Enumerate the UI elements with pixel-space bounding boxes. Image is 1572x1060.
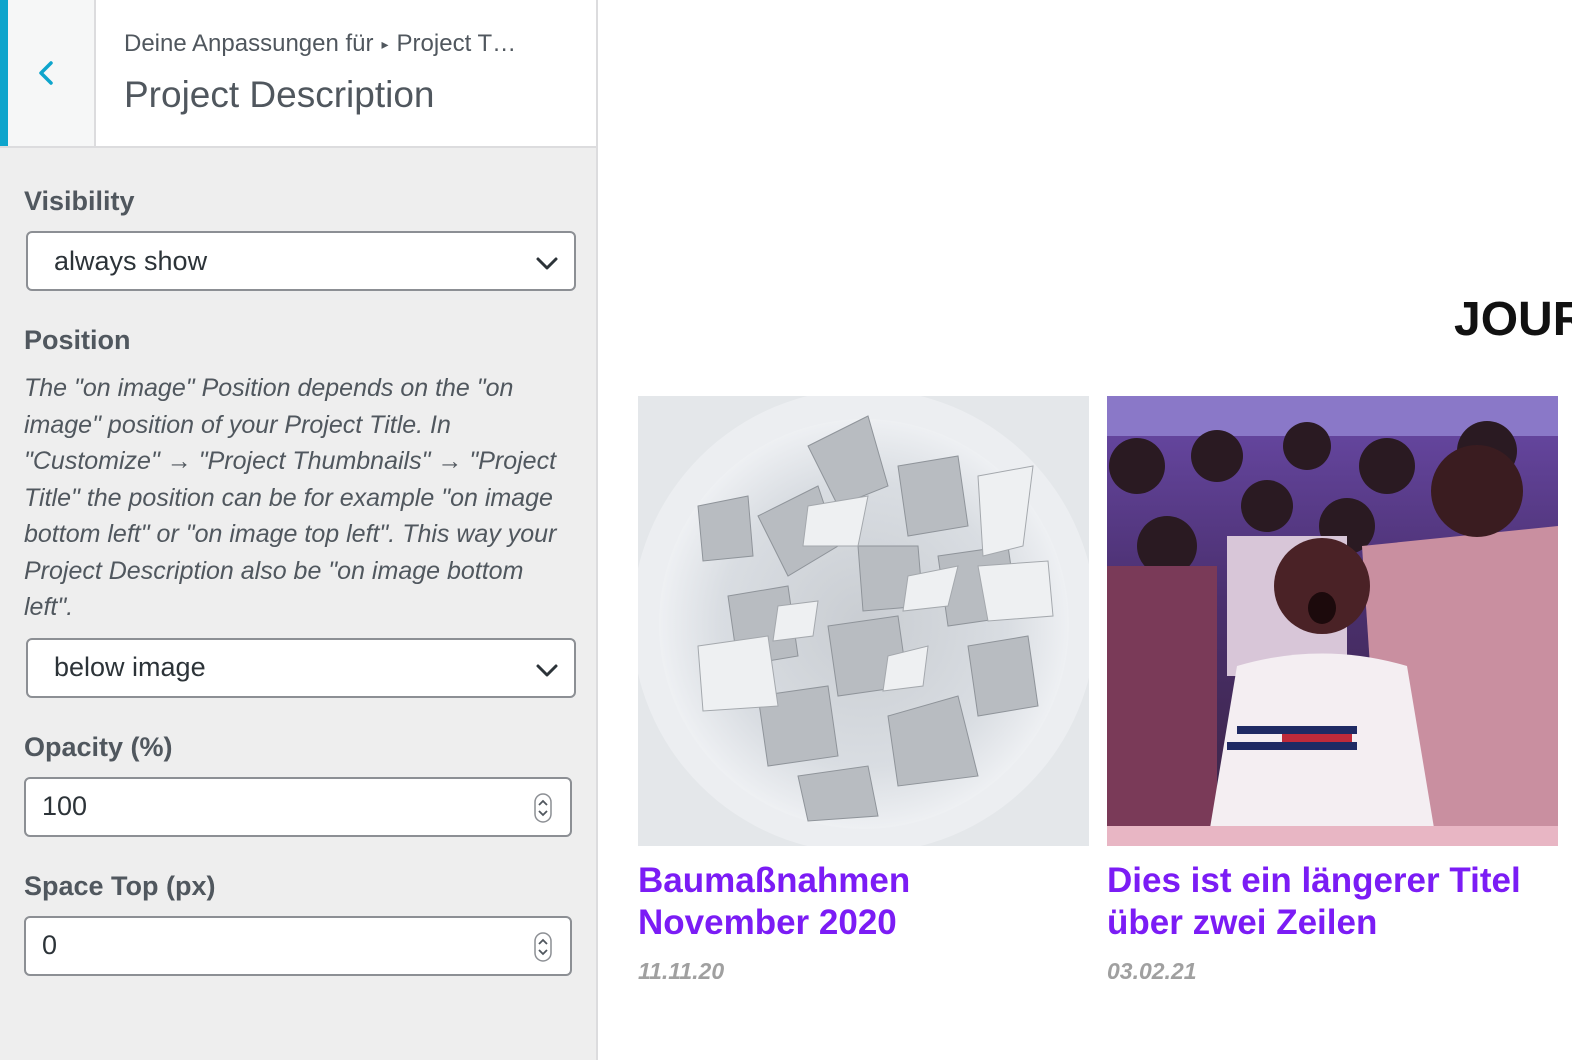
- customizer-sidebar: Deine Anpassungen für ▸ Project T… Proje…: [0, 0, 598, 1060]
- project-card[interactable]: Dies ist ein längerer Titel über zwei Ze…: [1107, 396, 1559, 985]
- spinner-arrows-icon[interactable]: [534, 931, 552, 962]
- back-button[interactable]: [0, 0, 96, 146]
- breadcrumb: Deine Anpassungen für ▸ Project T…: [124, 30, 574, 58]
- breadcrumb-prefix: Deine Anpassungen für: [124, 30, 374, 57]
- visibility-select[interactable]: always show: [26, 231, 576, 291]
- position-value: below image: [54, 652, 206, 682]
- site-preview: JOUR Baumaßnahmen November 2020 11.11.20…: [600, 0, 1572, 1060]
- opacity-label: Opacity (%): [24, 731, 173, 762]
- visibility-value: always show: [54, 245, 208, 276]
- opacity-value: 100: [42, 791, 88, 821]
- project-title[interactable]: Dies ist ein längerer Titel über zwei Ze…: [1107, 860, 1559, 944]
- space-top-input[interactable]: 0: [24, 915, 572, 976]
- project-date: 11.11.20: [638, 958, 725, 984]
- project-thumbnail-crowd[interactable]: [1107, 396, 1558, 846]
- position-select[interactable]: below image: [26, 637, 576, 698]
- position-label: Position: [24, 325, 131, 355]
- project-title[interactable]: Baumaßnahmen November 2020: [638, 860, 1090, 944]
- spinner-arrows-icon[interactable]: [534, 792, 552, 823]
- space-top-value: 0: [42, 930, 58, 960]
- section-heading: JOUR: [1454, 293, 1572, 346]
- breadcrumb-parent: Project T…: [396, 30, 517, 57]
- position-description: The "on image" Position depends on the "…: [24, 374, 557, 621]
- project-card[interactable]: Baumaßnahmen November 2020 11.11.20: [638, 396, 1090, 985]
- breadcrumb-separator-icon: ▸: [381, 35, 389, 52]
- sidebar-header: Deine Anpassungen für ▸ Project T… Proje…: [0, 0, 596, 148]
- page-title: Project Description: [124, 74, 435, 115]
- visibility-label: Visibility: [24, 186, 135, 216]
- project-date: 03.02.21: [1107, 958, 1197, 984]
- chevron-left-icon: [39, 61, 53, 85]
- controls-panel: Visibility always show Position The "on …: [24, 180, 576, 976]
- chevron-down-icon: [536, 664, 558, 676]
- project-thumbnail-rubble[interactable]: [638, 396, 1089, 846]
- chevron-down-icon: [536, 257, 558, 270]
- opacity-input[interactable]: 100: [24, 776, 572, 837]
- space-top-label: Space Top (px): [24, 870, 216, 901]
